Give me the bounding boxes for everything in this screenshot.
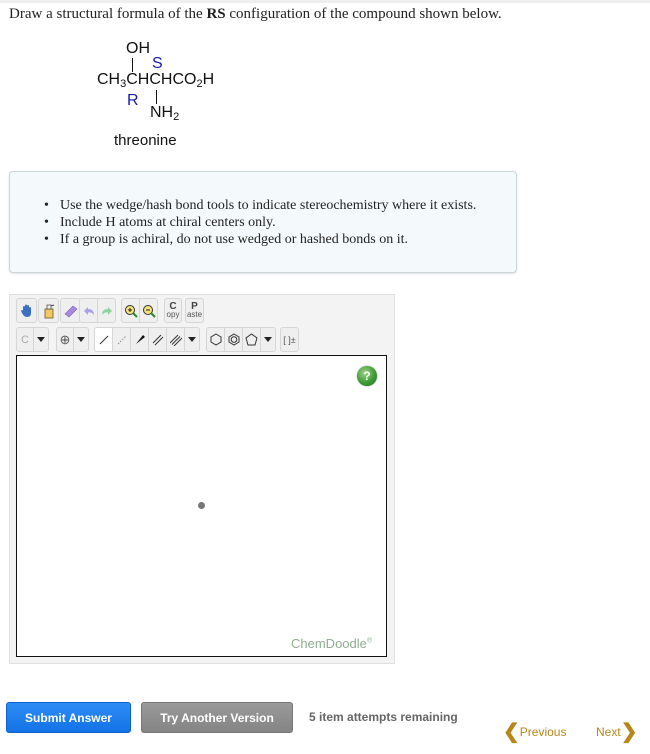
main-chain: CH3CHCHCO2H	[97, 71, 214, 90]
question-text: Draw a structural formula of the RS conf…	[9, 6, 502, 23]
zoom-out-button[interactable]	[139, 298, 158, 323]
chevron-down-icon	[77, 337, 85, 342]
nh2-group: NH2	[150, 104, 179, 123]
zoom-out-icon	[142, 304, 156, 318]
double-bond-button[interactable]	[148, 327, 167, 352]
nh-text: NH	[150, 104, 174, 121]
redo-icon	[101, 306, 112, 315]
bond-oh	[132, 58, 133, 72]
charge-dropdown[interactable]	[73, 327, 89, 352]
cyclohexane-button[interactable]	[206, 327, 225, 352]
paste-label-bottom: aste	[186, 309, 203, 319]
wedge-bond-button[interactable]	[130, 327, 149, 352]
undo-icon	[83, 306, 94, 315]
erase-button[interactable]	[60, 298, 81, 323]
top-bar	[0, 0, 650, 3]
canvas-center-dot	[198, 502, 205, 509]
attempts-remaining: 5 item attempts remaining	[309, 710, 458, 724]
recessed-bond-button[interactable]	[112, 327, 131, 352]
question-suffix: configuration of the compound shown belo…	[225, 6, 502, 22]
next-link[interactable]: Next ❯	[596, 722, 637, 742]
brand-text: ChemDoodle	[291, 636, 367, 651]
instruction-item: If a group is achiral, do not use wedged…	[42, 231, 476, 248]
question-prefix: Draw a structural formula of the	[9, 6, 207, 22]
charge-button[interactable]: ⊕	[56, 327, 74, 352]
previous-label: Previous	[519, 725, 567, 739]
help-button[interactable]: ?	[357, 366, 377, 386]
copy-button[interactable]: Copy	[164, 298, 182, 323]
chain-text: CHCHCO	[126, 71, 197, 88]
chemdoodle-brand: ChemDoodle®	[291, 636, 372, 651]
benzene-icon	[228, 333, 239, 346]
chevron-down-icon	[264, 337, 272, 342]
atom-label-button[interactable]: C	[16, 327, 34, 352]
molecule-structure: OH S CH3CHCHCO2H R NH2 threonine	[80, 30, 240, 160]
instructions-list: Use the wedge/hash bond tools to indicat…	[42, 197, 476, 248]
compound-name: threonine	[114, 132, 177, 149]
triple-bond-button[interactable]	[166, 327, 185, 352]
double-bond-icon	[152, 334, 163, 345]
hand-icon	[20, 304, 31, 317]
zoom-in-icon	[124, 304, 138, 318]
chevron-down-icon	[37, 337, 45, 342]
chain-end: H	[202, 71, 215, 88]
ch-text: CH	[97, 71, 121, 88]
bottle-icon	[44, 304, 54, 318]
bracket-button[interactable]: [ ]±	[280, 327, 299, 352]
zoom-in-button[interactable]	[121, 298, 140, 323]
oh-group: OH	[126, 40, 150, 57]
paste-button[interactable]: Paste	[185, 298, 204, 323]
copy-label-bottom: opy	[166, 309, 180, 319]
triple-bond-icon	[169, 334, 182, 346]
bond-nh2	[156, 90, 157, 104]
nh2-sub: 2	[173, 111, 180, 123]
instruction-item: Use the wedge/hash bond tools to indicat…	[42, 197, 476, 214]
previous-link[interactable]: ❮ Previous	[503, 722, 566, 742]
undo-button[interactable]	[79, 298, 98, 323]
single-bond-button[interactable]	[94, 327, 113, 352]
eraser-icon	[64, 305, 77, 317]
pentagon-icon	[245, 333, 258, 346]
pan-button[interactable]	[16, 298, 37, 323]
submit-answer-button[interactable]: Submit Answer	[6, 702, 131, 733]
try-another-version-button[interactable]: Try Another Version	[141, 702, 293, 733]
next-label: Next	[596, 725, 621, 739]
question-bold: RS	[206, 6, 226, 22]
bond-dropdown[interactable]	[184, 327, 200, 352]
copy-label: Copy	[166, 301, 180, 319]
stereo-label-r: R	[127, 92, 139, 109]
benzene-button[interactable]	[224, 327, 243, 352]
chevron-right-icon: ❯	[620, 721, 638, 743]
wedge-bond-icon	[135, 334, 145, 344]
clear-button[interactable]	[38, 298, 59, 323]
instruction-item: Include H atoms at chiral centers only.	[42, 214, 476, 231]
paste-label: Paste	[186, 301, 203, 319]
single-bond-icon	[99, 335, 108, 344]
hashed-bond-icon	[117, 335, 126, 344]
chevron-down-icon	[188, 337, 196, 342]
cyclopentane-button[interactable]	[242, 327, 261, 352]
atom-dropdown[interactable]	[33, 327, 49, 352]
redo-button[interactable]	[97, 298, 116, 323]
hexagon-icon	[210, 333, 221, 346]
registered-mark: ®	[366, 637, 373, 645]
chevron-left-icon: ❮	[503, 721, 520, 743]
ring-dropdown[interactable]	[260, 327, 276, 352]
instructions-box: Use the wedge/hash bond tools to indicat…	[9, 171, 517, 273]
